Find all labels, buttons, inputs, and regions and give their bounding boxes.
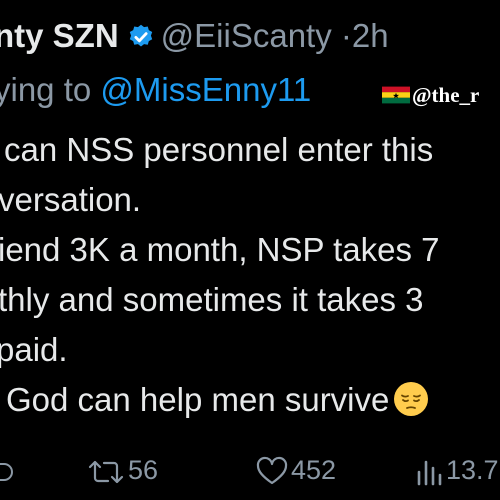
verified-badge-icon — [129, 24, 152, 47]
tweet-text-line-5: paid. — [0, 331, 68, 368]
like-button[interactable]: 452 — [255, 448, 336, 492]
views-button[interactable]: 13.7 — [414, 448, 499, 492]
pensive-face-icon — [394, 382, 429, 416]
tweet-text-line-6: God can help men survive — [6, 378, 429, 422]
reply-button[interactable] — [0, 448, 14, 492]
reply-to-handle-link[interactable]: @MissEnny11 — [100, 71, 311, 108]
tweet-text-line-4: thly and sometimes it takes 3 — [0, 281, 424, 318]
like-count: 452 — [291, 455, 337, 485]
retweet-count: 56 — [128, 455, 159, 485]
view-count: 13.7 — [446, 455, 499, 485]
retweet-icon — [88, 460, 124, 484]
ghana-flag-icon — [382, 86, 410, 104]
display-name[interactable]: nty SZN — [0, 17, 119, 54]
user-handle[interactable]: @EiiScanty — [161, 17, 332, 54]
replying-to: ying to @MissEnny11 — [0, 68, 311, 112]
reply-icon — [0, 463, 14, 481]
timestamp[interactable]: 2h — [352, 17, 389, 54]
tweet-text-line-2: versation. — [0, 181, 142, 218]
tweet-card: nty SZN @EiiScanty ·2h ying to @MissEnny1… — [0, 0, 500, 500]
views-chart-icon — [417, 460, 442, 486]
watermark-text: @the_r — [412, 83, 480, 107]
tweet-header: nty SZN @EiiScanty ·2h — [0, 14, 389, 58]
retweet-button[interactable]: 56 — [86, 448, 158, 492]
separator-dot: · — [340, 17, 352, 54]
watermark: @the_r — [382, 81, 479, 109]
tweet-text-line-6-text: God can help men survive — [6, 381, 390, 418]
tweet-text-line-1: can NSS personnel enter this — [4, 131, 434, 168]
replying-to-label: ying to — [0, 71, 92, 108]
tweet-action-bar: 56 452 13.7 — [0, 448, 500, 492]
heart-icon — [256, 456, 288, 485]
tweet-text-line-3: iend 3K a month, NSP takes 7 — [0, 231, 440, 268]
